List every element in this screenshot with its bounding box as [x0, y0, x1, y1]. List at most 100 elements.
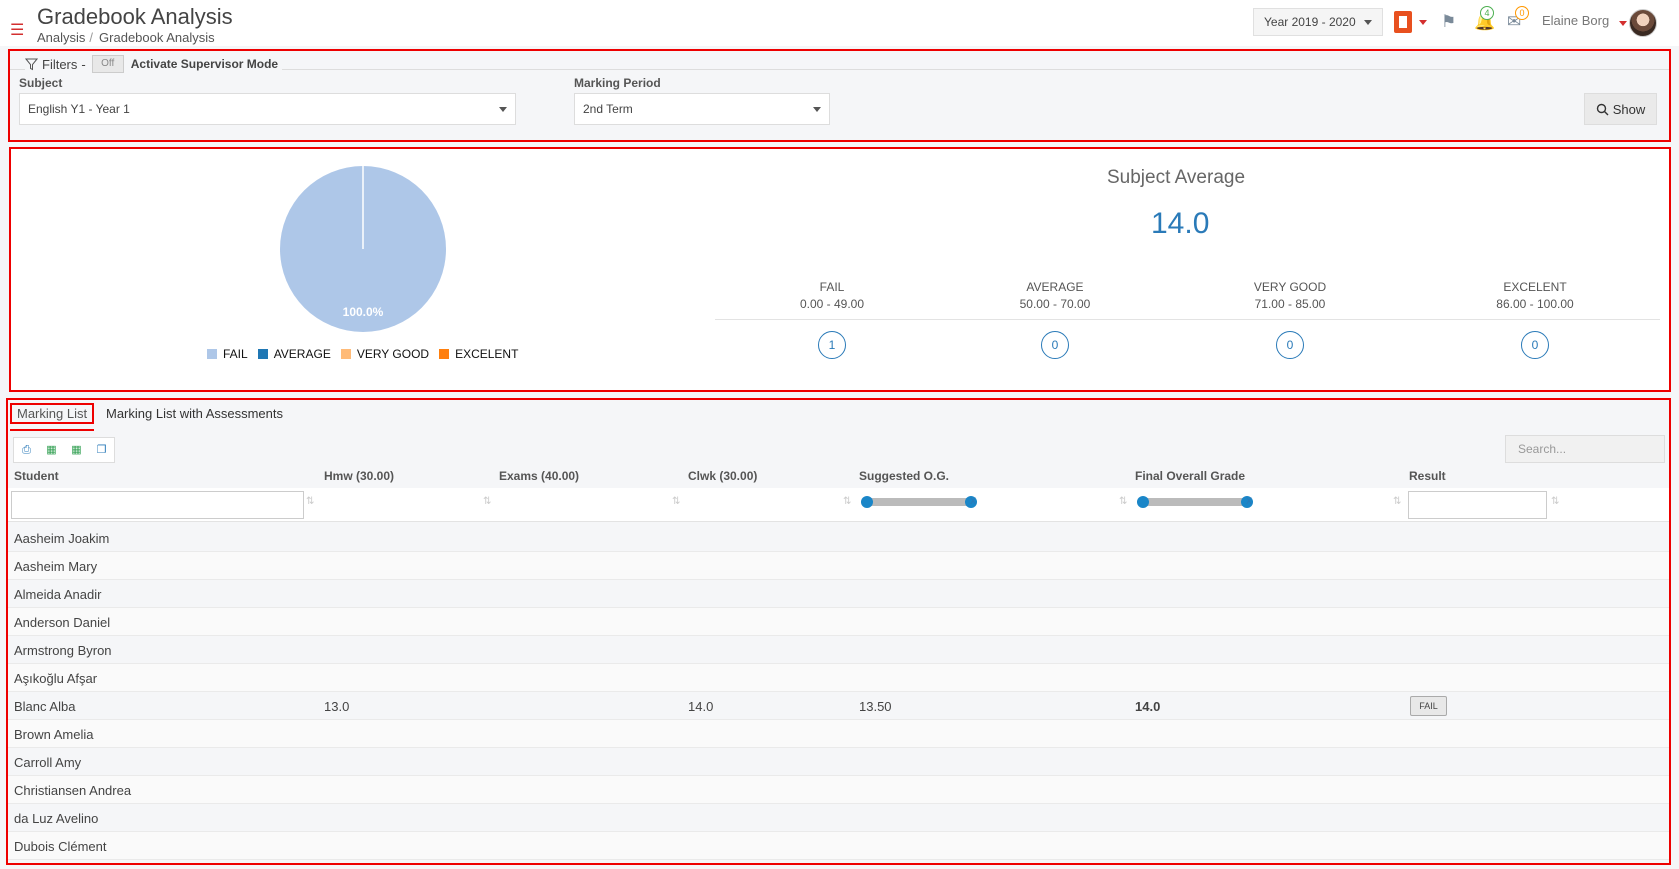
result-filter-input[interactable]: [1408, 491, 1547, 519]
chevron-down-icon[interactable]: [1619, 21, 1627, 26]
table-row[interactable]: da Luz Avelino: [8, 804, 1669, 832]
table-row[interactable]: Aasheim Joakim: [8, 524, 1669, 552]
range-handle-min[interactable]: [1137, 496, 1149, 508]
page-title: Gradebook Analysis: [37, 4, 233, 29]
sort-icon[interactable]: ⇅: [843, 496, 851, 507]
sort-icon[interactable]: ⇅: [306, 496, 314, 507]
student-cell: Almeida Anadir: [14, 587, 102, 602]
col-header-hmw[interactable]: Hmw (30.00): [324, 469, 394, 483]
col-header-final-grade[interactable]: Final Overall Grade: [1135, 469, 1245, 483]
table-row[interactable]: Blanc Alba 13.0 14.0 13.50 14.0 FAIL: [8, 692, 1669, 720]
table-search-input[interactable]: Search...: [1505, 435, 1665, 463]
final-grade-range-slider[interactable]: [1137, 496, 1253, 508]
table-row[interactable]: Brown Amelia: [8, 720, 1669, 748]
student-cell: Carroll Amy: [14, 755, 82, 770]
legend-item[interactable]: EXCELENT: [439, 347, 518, 361]
subject-select[interactable]: English Y1 - Year 1: [19, 93, 516, 125]
grade-count-average[interactable]: 0: [1041, 331, 1069, 359]
table-row[interactable]: Christiansen Andrea: [8, 776, 1669, 804]
year-select[interactable]: Year 2019 - 2020: [1253, 8, 1383, 36]
chevron-down-icon[interactable]: [1419, 20, 1427, 25]
table-row[interactable]: Carroll Amy: [8, 748, 1669, 776]
clear-range-icon[interactable]: x: [1246, 493, 1252, 507]
filters-label[interactable]: Filters: [42, 57, 77, 72]
active-tab-indicator: [10, 429, 94, 431]
col-header-exams[interactable]: Exams (40.00): [499, 469, 579, 483]
table-row[interactable]: Anderson Daniel: [8, 608, 1669, 636]
grade-name: AVERAGE: [1026, 280, 1084, 294]
student-cell: Brown Amelia: [14, 727, 94, 742]
excel-icon[interactable]: ▦: [39, 438, 64, 462]
supervisor-mode-label: Activate Supervisor Mode: [130, 57, 279, 71]
col-header-student[interactable]: Student: [14, 469, 59, 483]
grade-range: 50.00 - 70.00: [1019, 297, 1091, 311]
breadcrumb-item-current: Gradebook Analysis: [99, 30, 215, 45]
col-header-suggested-og[interactable]: Suggested O.G.: [859, 469, 949, 483]
subject-label: Subject: [19, 76, 63, 90]
range-handle-min[interactable]: [861, 496, 873, 508]
filters-panel: Filters - Off Activate Supervisor Mode S…: [8, 49, 1671, 142]
sort-icon[interactable]: ⇅: [672, 496, 680, 507]
supervisor-toggle[interactable]: Off: [91, 55, 124, 73]
grade-count-fail[interactable]: 1: [818, 331, 846, 359]
sort-icon[interactable]: ⇅: [1393, 496, 1401, 507]
menu-icon[interactable]: ☰: [10, 20, 24, 40]
show-button[interactable]: Show: [1584, 93, 1657, 125]
chevron-down-icon: [1363, 19, 1372, 25]
pie-chart-svg: 100.0%: [280, 166, 446, 332]
suggested-og-cell: 13.50: [859, 699, 892, 714]
grade-excelent: EXCELENT 86.00 - 100.00: [1465, 279, 1605, 313]
copy-icon[interactable]: ❐: [89, 438, 114, 462]
csv-icon[interactable]: ▦: [64, 438, 89, 462]
subject-average-title: Subject Average: [1107, 167, 1246, 188]
student-filter-input[interactable]: [11, 491, 304, 519]
export-toolbar: ⎙ ▦ ▦ ❐: [13, 437, 115, 463]
sort-icon[interactable]: ⇅: [1119, 496, 1127, 507]
legend-label: FAIL: [223, 347, 248, 361]
table-row[interactable]: Armstrong Byron: [8, 636, 1669, 664]
breadcrumb-item-analysis[interactable]: Analysis: [37, 30, 85, 45]
grade-count-excelent[interactable]: 0: [1521, 331, 1549, 359]
grade-count-very-good[interactable]: 0: [1276, 331, 1304, 359]
legend-item[interactable]: VERY GOOD: [340, 347, 430, 361]
table-row[interactable]: Aşıkoğlu Afşar: [8, 664, 1669, 692]
column-filter-row: ⇅ ⇅ ⇅ ⇅ x ⇅ x ⇅ ⇅: [8, 488, 1669, 522]
suggested-og-range-slider[interactable]: [861, 496, 977, 508]
col-header-result[interactable]: Result: [1409, 469, 1446, 483]
student-cell: Aasheim Mary: [14, 559, 98, 574]
marking-period-select[interactable]: 2nd Term: [574, 93, 830, 125]
office-icon[interactable]: [1394, 11, 1412, 33]
user-name[interactable]: Elaine Borg: [1542, 13, 1609, 28]
chevron-down-icon: [499, 107, 507, 112]
messages-badge: 0: [1515, 6, 1529, 20]
print-icon[interactable]: ⎙: [14, 438, 39, 462]
sort-icon[interactable]: ⇅: [483, 496, 491, 507]
table-row[interactable]: Almeida Anadir: [8, 580, 1669, 608]
table-row[interactable]: Aasheim Mary: [8, 552, 1669, 580]
student-cell: Armstrong Byron: [14, 643, 112, 658]
legend-item[interactable]: FAIL: [207, 347, 248, 361]
legend-label: VERY GOOD: [356, 347, 430, 361]
tab-marking-list[interactable]: Marking List: [10, 403, 95, 424]
sort-icon[interactable]: ⇅: [1551, 496, 1559, 507]
subject-select-value: English Y1 - Year 1: [28, 102, 130, 116]
legend-item[interactable]: AVERAGE: [257, 347, 331, 361]
grade-range: 71.00 - 85.00: [1254, 297, 1326, 311]
table-row[interactable]: Dubois Clément: [8, 832, 1669, 860]
grade-very-good: VERY GOOD 71.00 - 85.00: [1220, 279, 1360, 313]
avatar[interactable]: [1629, 9, 1657, 37]
col-header-clwk[interactable]: Clwk (30.00): [688, 469, 757, 483]
show-button-label: Show: [1612, 101, 1646, 117]
tab-marking-list-assessments[interactable]: Marking List with Assessments: [106, 406, 283, 421]
grade-range: 0.00 - 49.00: [799, 297, 865, 311]
student-cell: Blanc Alba: [14, 699, 76, 714]
clear-range-icon[interactable]: x: [970, 493, 976, 507]
grade-name: FAIL: [819, 280, 845, 294]
table-body: Aasheim Joakim Aasheim Mary Almeida Anadir…: [8, 524, 1669, 860]
grade-name: VERY GOOD: [1253, 280, 1327, 294]
marking-period-label: Marking Period: [574, 76, 661, 90]
student-cell: Dubois Clément: [14, 839, 107, 854]
year-select-value: Year 2019 - 2020: [1264, 15, 1356, 29]
flag-icon[interactable]: ⚑: [1441, 12, 1456, 32]
clwk-cell: 14.0: [688, 699, 714, 714]
